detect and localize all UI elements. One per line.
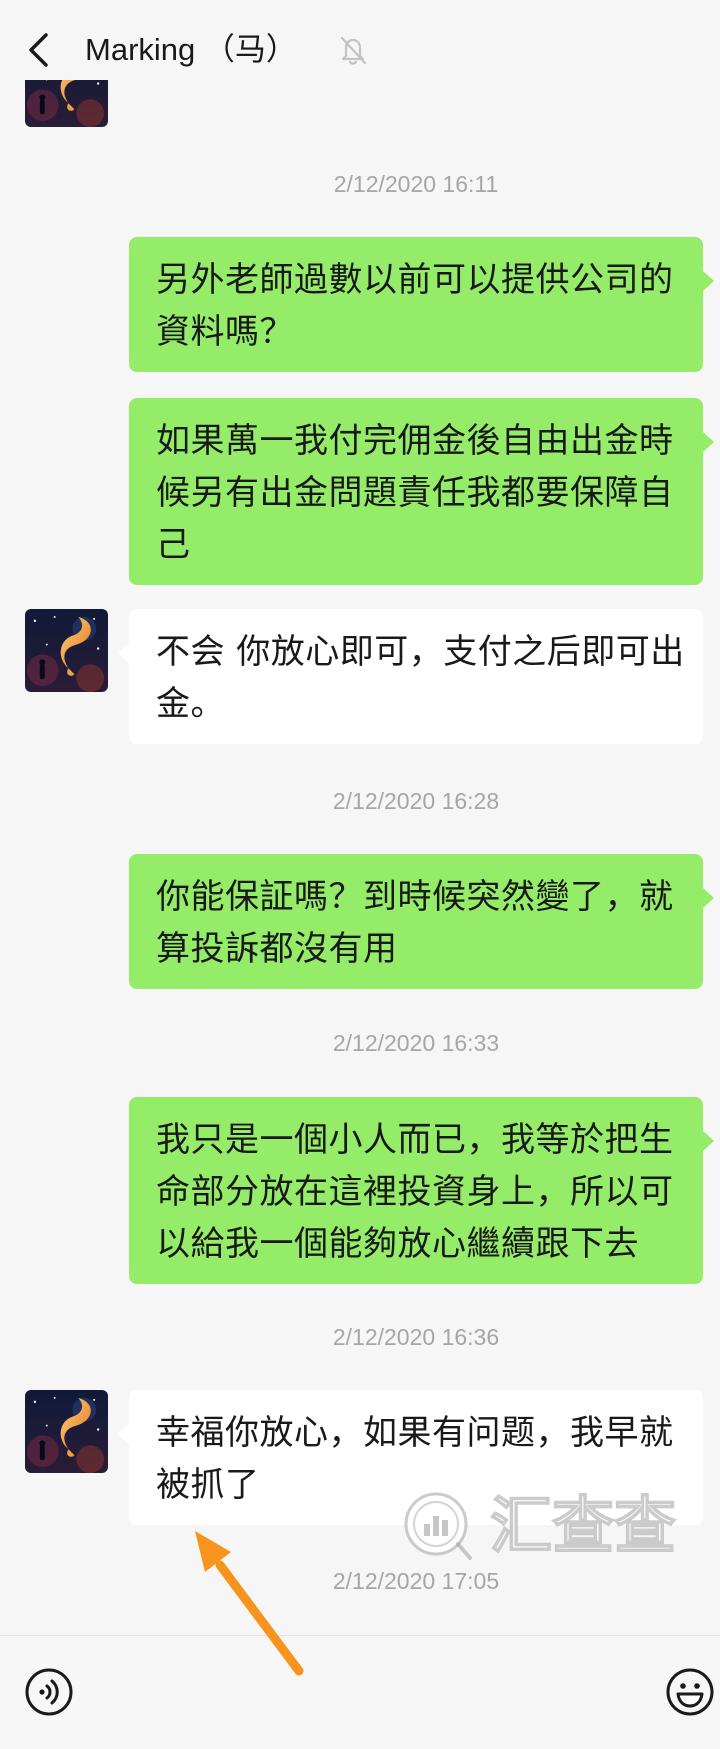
chat-screen: Marking （马） 2/12/2020 16:11 另外老師過數以前可以提供… <box>0 0 720 1749</box>
watermark-text: 汇查查 <box>489 1489 677 1563</box>
message-text-line: 資料嗎？ <box>156 312 294 352</box>
chat-header: Marking （马） <box>0 0 720 80</box>
message-text-line: 你能保証嗎？到時候突然變了，就 <box>156 877 674 917</box>
chevron-left-icon[interactable] <box>26 32 52 68</box>
bubble-tail <box>703 432 714 452</box>
message-text-line: 不会 你放心即可，支付之后即可出 <box>156 632 685 672</box>
message-bubble-outgoing[interactable]: 你能保証嗎？到時候突然變了，就 算投訴都沒有用 <box>129 854 714 989</box>
contact-avatar[interactable] <box>25 1390 108 1473</box>
voice-icon[interactable] <box>24 1667 74 1717</box>
bubble-tail <box>703 271 714 291</box>
message-timestamp: 2/12/2020 16:36 <box>332 1324 500 1350</box>
message-text-line: 幸福你放心，如果有问题，我早就 <box>156 1413 674 1453</box>
avatar-image <box>25 609 108 692</box>
message-timestamp: 2/12/2020 16:11 <box>333 171 499 197</box>
bubble-tail <box>118 1424 129 1444</box>
message-text-line: 候另有出金問題責任我都要保障自 <box>156 473 674 513</box>
input-bar <box>0 1635 720 1749</box>
watermark: 汇查查 <box>400 1488 690 1564</box>
message-text-line: 我只是一個小人而已，我等於把生 <box>156 1120 674 1160</box>
bubble-tail <box>118 643 129 663</box>
message-timestamp: 2/12/2020 16:33 <box>332 1030 500 1056</box>
message-bubble-outgoing[interactable]: 我只是一個小人而已，我等於把生 命部分放在這裡投資身上，所以可 以給我一個能夠放… <box>129 1097 714 1284</box>
arrow-icon <box>195 1531 304 1676</box>
bell-muted-icon <box>338 34 368 66</box>
emoji-icon[interactable] <box>665 1667 715 1717</box>
contact-avatar[interactable] <box>25 609 108 692</box>
message-timestamp: 2/12/2020 16:28 <box>332 788 500 814</box>
message-timestamp: 2/12/2020 17:05 <box>332 1568 500 1594</box>
bubble-tail <box>703 888 714 908</box>
message-text-line: 命部分放在這裡投資身上，所以可 <box>156 1172 674 1212</box>
bar-chart-circle-icon <box>400 1488 476 1564</box>
bubble-tail <box>703 1131 714 1151</box>
avatar-image <box>25 1390 108 1473</box>
message-bubble-outgoing[interactable]: 如果萬一我付完佣金後自由出金時 候另有出金問題責任我都要保障自 己 <box>129 398 714 585</box>
message-text-line: 另外老師過數以前可以提供公司的 <box>156 260 674 300</box>
message-text-line: 己 <box>156 525 191 565</box>
message-text-line: 如果萬一我付完佣金後自由出金時 <box>156 421 674 461</box>
message-text-line: 金。 <box>156 684 225 724</box>
chat-title[interactable]: Marking （马） <box>85 30 297 70</box>
message-bubble-outgoing[interactable]: 另外老師過數以前可以提供公司的 資料嗎？ <box>129 237 714 372</box>
message-text-line: 算投訴都沒有用 <box>156 929 398 969</box>
message-text-line: 以給我一個能夠放心繼續跟下去 <box>156 1224 639 1264</box>
message-bubble-incoming[interactable]: 不会 你放心即可，支付之后即可出 金。 <box>118 609 703 744</box>
